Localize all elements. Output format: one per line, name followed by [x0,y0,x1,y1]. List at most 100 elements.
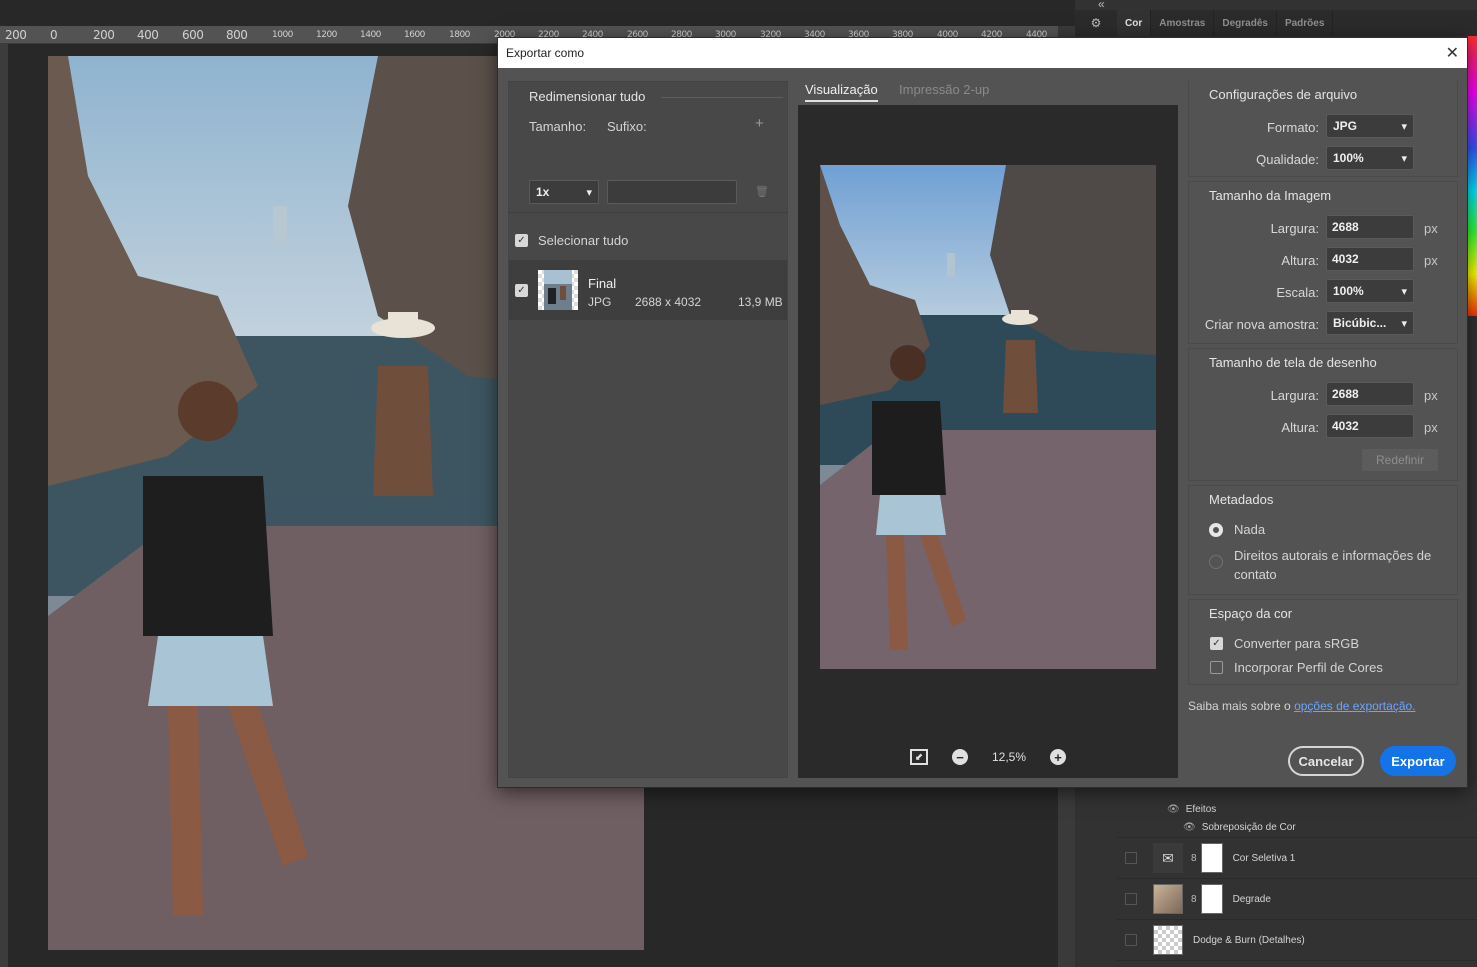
tab-cor[interactable]: Cor [1117,10,1152,36]
tab-padroes[interactable]: Padrões [1277,10,1334,36]
selective-color-icon: ✉ [1153,843,1183,873]
effect-item-label: Sobreposição de Cor [1201,822,1296,833]
scale-label: Escala: [1276,285,1319,300]
chevron-down-icon: ▾ [586,186,592,199]
layer-row[interactable]: ✉ 8 Cor Seletiva 1 [1117,838,1477,879]
layer-name: Dodge & Burn (Detalhes) [1193,934,1305,946]
eye-icon[interactable]: 👁 [1183,822,1196,833]
layer-effects-row[interactable]: 👁 Efeitos [1117,800,1477,818]
preview-column: Visualização Impressão 2-up ⬋ − 12,5% + [798,81,1178,778]
chevron-down-icon: ▾ [1401,285,1407,298]
unit-label: px [1424,253,1438,268]
quality-label: Qualidade: [1256,152,1319,167]
eye-icon[interactable]: 👁 [1167,804,1180,815]
layer-row[interactable]: 8 Degrade [1117,879,1477,920]
ruler-tick-label: 200 [5,28,27,42]
size-select[interactable]: 1x ▾ [529,180,599,204]
scale-select[interactable]: 100% ▾ [1326,279,1414,303]
ruler-tick-label: 1400 [360,30,381,40]
dialog-title: Exportar como [506,46,585,60]
ruler-tick-label: 600 [182,28,204,42]
layer-mask-thumb[interactable] [1200,843,1223,873]
chevron-down-icon: ▾ [1401,120,1407,133]
export-button[interactable]: Exportar [1380,746,1456,776]
canvas-height-input[interactable]: 4032 [1326,414,1414,438]
preview-image[interactable] [820,165,1156,669]
close-icon[interactable]: ✕ [1446,43,1459,63]
chevron-down-icon: ▾ [1401,317,1407,330]
layer-mask-thumb[interactable] [1200,884,1223,914]
color-panel-tabs: ⚙ Cor Amostras Degradês Padrões [1075,10,1477,36]
image-height-input[interactable]: 4032 [1326,247,1414,271]
export-options-link[interactable]: opções de exportação. [1294,699,1415,713]
learn-more-prefix: Saiba mais sobre o [1188,699,1291,713]
image-size-title: Tamanho da Imagem [1209,188,1332,203]
divider [509,212,787,213]
cancel-button[interactable]: Cancelar [1288,746,1364,776]
layer-name: Degrade [1232,893,1271,905]
tab-amostras[interactable]: Amostras [1151,10,1215,36]
learn-more-text: Saiba mais sobre o opções de exportação. [1188,699,1416,713]
embed-profile-checkbox[interactable] [1210,661,1223,674]
ruler-tick-label: 200 [93,28,115,42]
metadata-copyright-radio[interactable] [1209,555,1223,569]
convert-srgb-checkbox[interactable]: ✓ [1210,637,1223,650]
fit-to-screen-icon[interactable]: ⬋ [909,749,928,765]
zoom-in-icon[interactable]: + [1050,749,1067,765]
select-all-label: Selecionar tudo [538,233,629,248]
resize-all-title: Redimensionar tudo [529,89,646,104]
visibility-toggle[interactable] [1125,934,1137,946]
asset-checkbox[interactable]: ✓ [515,284,528,297]
canvas-height-label: Altura: [1281,420,1319,435]
height-label: Altura: [1281,253,1319,268]
embed-profile-label: Incorporar Perfil de Cores [1234,660,1383,675]
layer-thumb [1153,925,1183,955]
suffix-input[interactable] [607,180,737,204]
trash-icon[interactable]: 🗑 [755,185,769,198]
panel-options-icon[interactable]: ⚙ [1075,10,1117,36]
chevron-down-icon: ▾ [1401,152,1407,165]
ruler-tick-label: 1000 [272,30,293,40]
layer-row[interactable]: Dodge & Burn (Detalhes) [1117,920,1477,961]
visibility-toggle[interactable] [1125,893,1137,905]
divider [661,97,783,98]
ruler-tick-label: 1600 [404,30,425,40]
tab-visualizacao[interactable]: Visualização [805,82,878,102]
link-icon[interactable]: 8 [1191,853,1197,864]
format-select[interactable]: JPG ▾ [1326,114,1414,138]
image-width-input[interactable]: 2688 [1326,215,1414,239]
preview-area[interactable]: ⬋ − 12,5% + [798,105,1178,778]
vertical-ruler [0,44,8,967]
metadata-none-radio[interactable] [1209,523,1223,537]
resample-select[interactable]: Bicúbic... ▾ [1326,311,1414,335]
visibility-toggle[interactable] [1125,852,1137,864]
format-select-value: JPG [1333,119,1358,133]
file-settings-group: Configurações de arquivo Formato: JPG ▾ … [1188,81,1458,177]
color-spectrum[interactable] [1468,36,1477,316]
canvas-width-label: Largura: [1270,388,1319,403]
add-icon[interactable]: + [755,115,764,132]
tab-impressao-2up[interactable]: Impressão 2-up [899,82,989,97]
asset-size: 13,9 MB [738,295,783,309]
asset-format: JPG [588,295,612,309]
reset-button[interactable]: Redefinir [1362,449,1438,471]
canvas-width-input[interactable]: 2688 [1326,382,1414,406]
layer-effect-item[interactable]: 👁 Sobreposição de Cor [1117,818,1477,838]
resample-label: Criar nova amostra: [1204,317,1319,332]
asset-row[interactable]: ✓ Final JPG 2688 x 4032 13,9 MB [509,260,787,320]
metadata-group: Metadados Nada Direitos autorais e infor… [1188,485,1458,595]
width-label: Largura: [1270,221,1319,236]
export-as-dialog: Exportar como ✕ Redimensionar tudo Taman… [497,37,1468,788]
zoom-out-icon[interactable]: − [951,749,968,765]
resample-select-value: Bicúbic... [1333,316,1387,330]
unit-label: px [1424,420,1438,435]
file-settings-title: Configurações de arquivo [1209,87,1358,102]
ruler-tick-label: 0 [50,28,58,42]
link-icon[interactable]: 8 [1191,894,1197,905]
size-label: Tamanho: [529,119,587,134]
select-all-checkbox[interactable]: ✓ [515,234,528,247]
quality-select[interactable]: 100% ▾ [1326,146,1414,170]
asset-name: Final [588,276,617,291]
metadata-title: Metadados [1209,492,1274,507]
tab-degrades[interactable]: Degradês [1214,10,1277,36]
